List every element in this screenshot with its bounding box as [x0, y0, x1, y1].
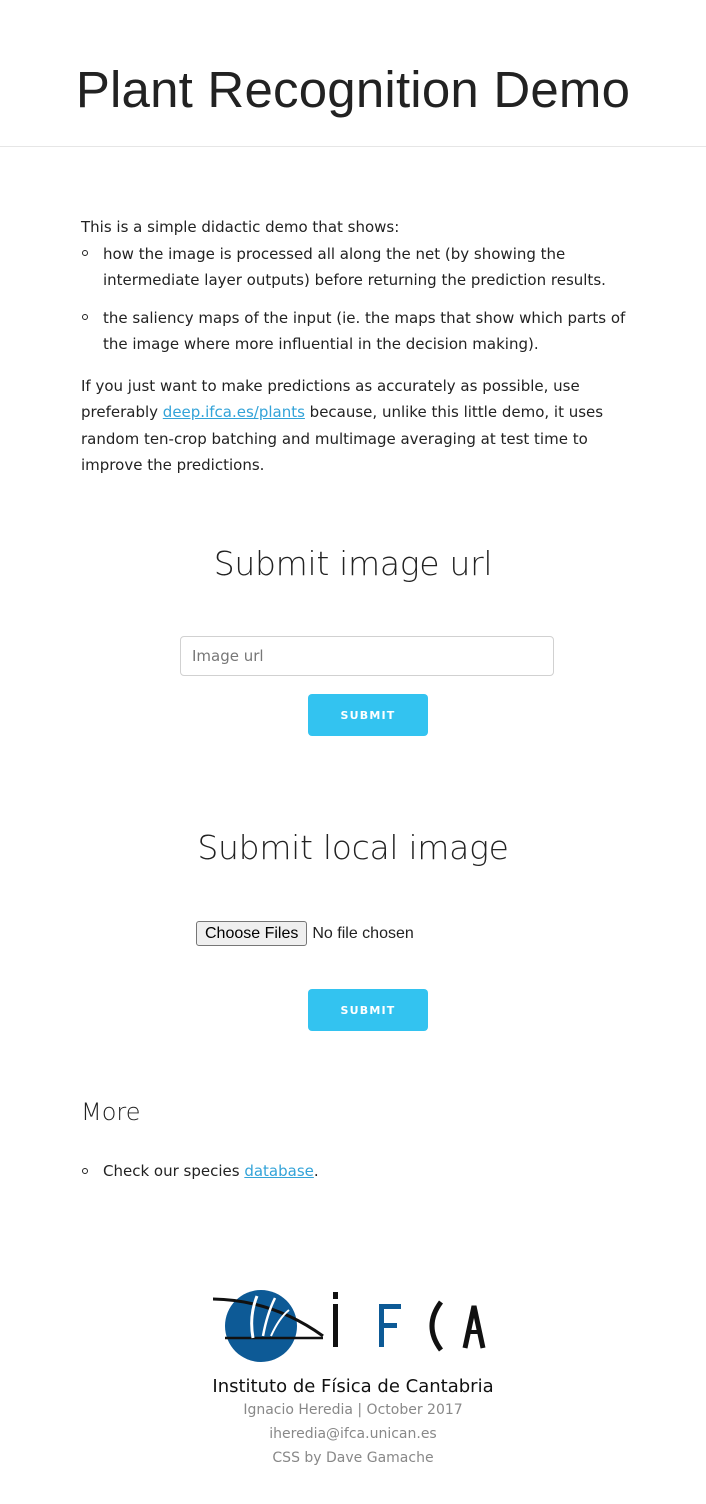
page-title: Plant Recognition Demo — [75, 61, 631, 118]
list-item: Check our species database. — [81, 1159, 319, 1183]
list-item: the saliency maps of the input (ie. the … — [81, 305, 653, 358]
deep-plants-link[interactable]: deep.ifca.es/plants — [163, 403, 305, 421]
choose-files-button[interactable]: Choose Files — [196, 921, 308, 946]
intro-lead: This is a simple didactic demo that show… — [81, 218, 400, 236]
more-list: Check our species database. — [81, 1159, 319, 1194]
intro-paragraph: If you just want to make predictions as … — [81, 373, 653, 479]
footer-css-credit: CSS by Dave Gamache — [272, 1450, 434, 1466]
file-status: No file chosen — [312, 924, 414, 942]
page-footer: Instituto de Física de Cantabria Ignacio… — [0, 1288, 706, 1470]
footer-email: iheredia@ifca.unican.es — [269, 1426, 437, 1442]
item-suffix: . — [313, 1162, 319, 1180]
submit-url-button[interactable]: SUBMIT — [308, 694, 428, 736]
footer-credit: Ignacio Heredia | October 2017 — [243, 1402, 463, 1418]
database-link[interactable]: database — [244, 1162, 314, 1180]
submit-local-title: Submit local image — [197, 828, 509, 867]
submit-local-button[interactable]: SUBMIT — [308, 989, 428, 1031]
file-picker: Choose Files No file chosen — [196, 921, 414, 946]
page-header: Plant Recognition Demo — [0, 0, 706, 147]
image-url-input[interactable] — [180, 636, 554, 676]
list-item: how the image is processed all along the… — [81, 241, 653, 294]
submit-url-title: Submit image url — [213, 544, 493, 583]
intro-section: This is a simple didactic demo that show… — [81, 214, 653, 479]
item-text: Check our species — [103, 1162, 245, 1180]
intro-list: how the image is processed all along the… — [81, 241, 653, 358]
institute-name: Instituto de Física de Cantabria — [213, 1376, 493, 1397]
more-title: More — [81, 1098, 141, 1126]
ifca-logo: Instituto de Física de Cantabria — [213, 1290, 493, 1397]
